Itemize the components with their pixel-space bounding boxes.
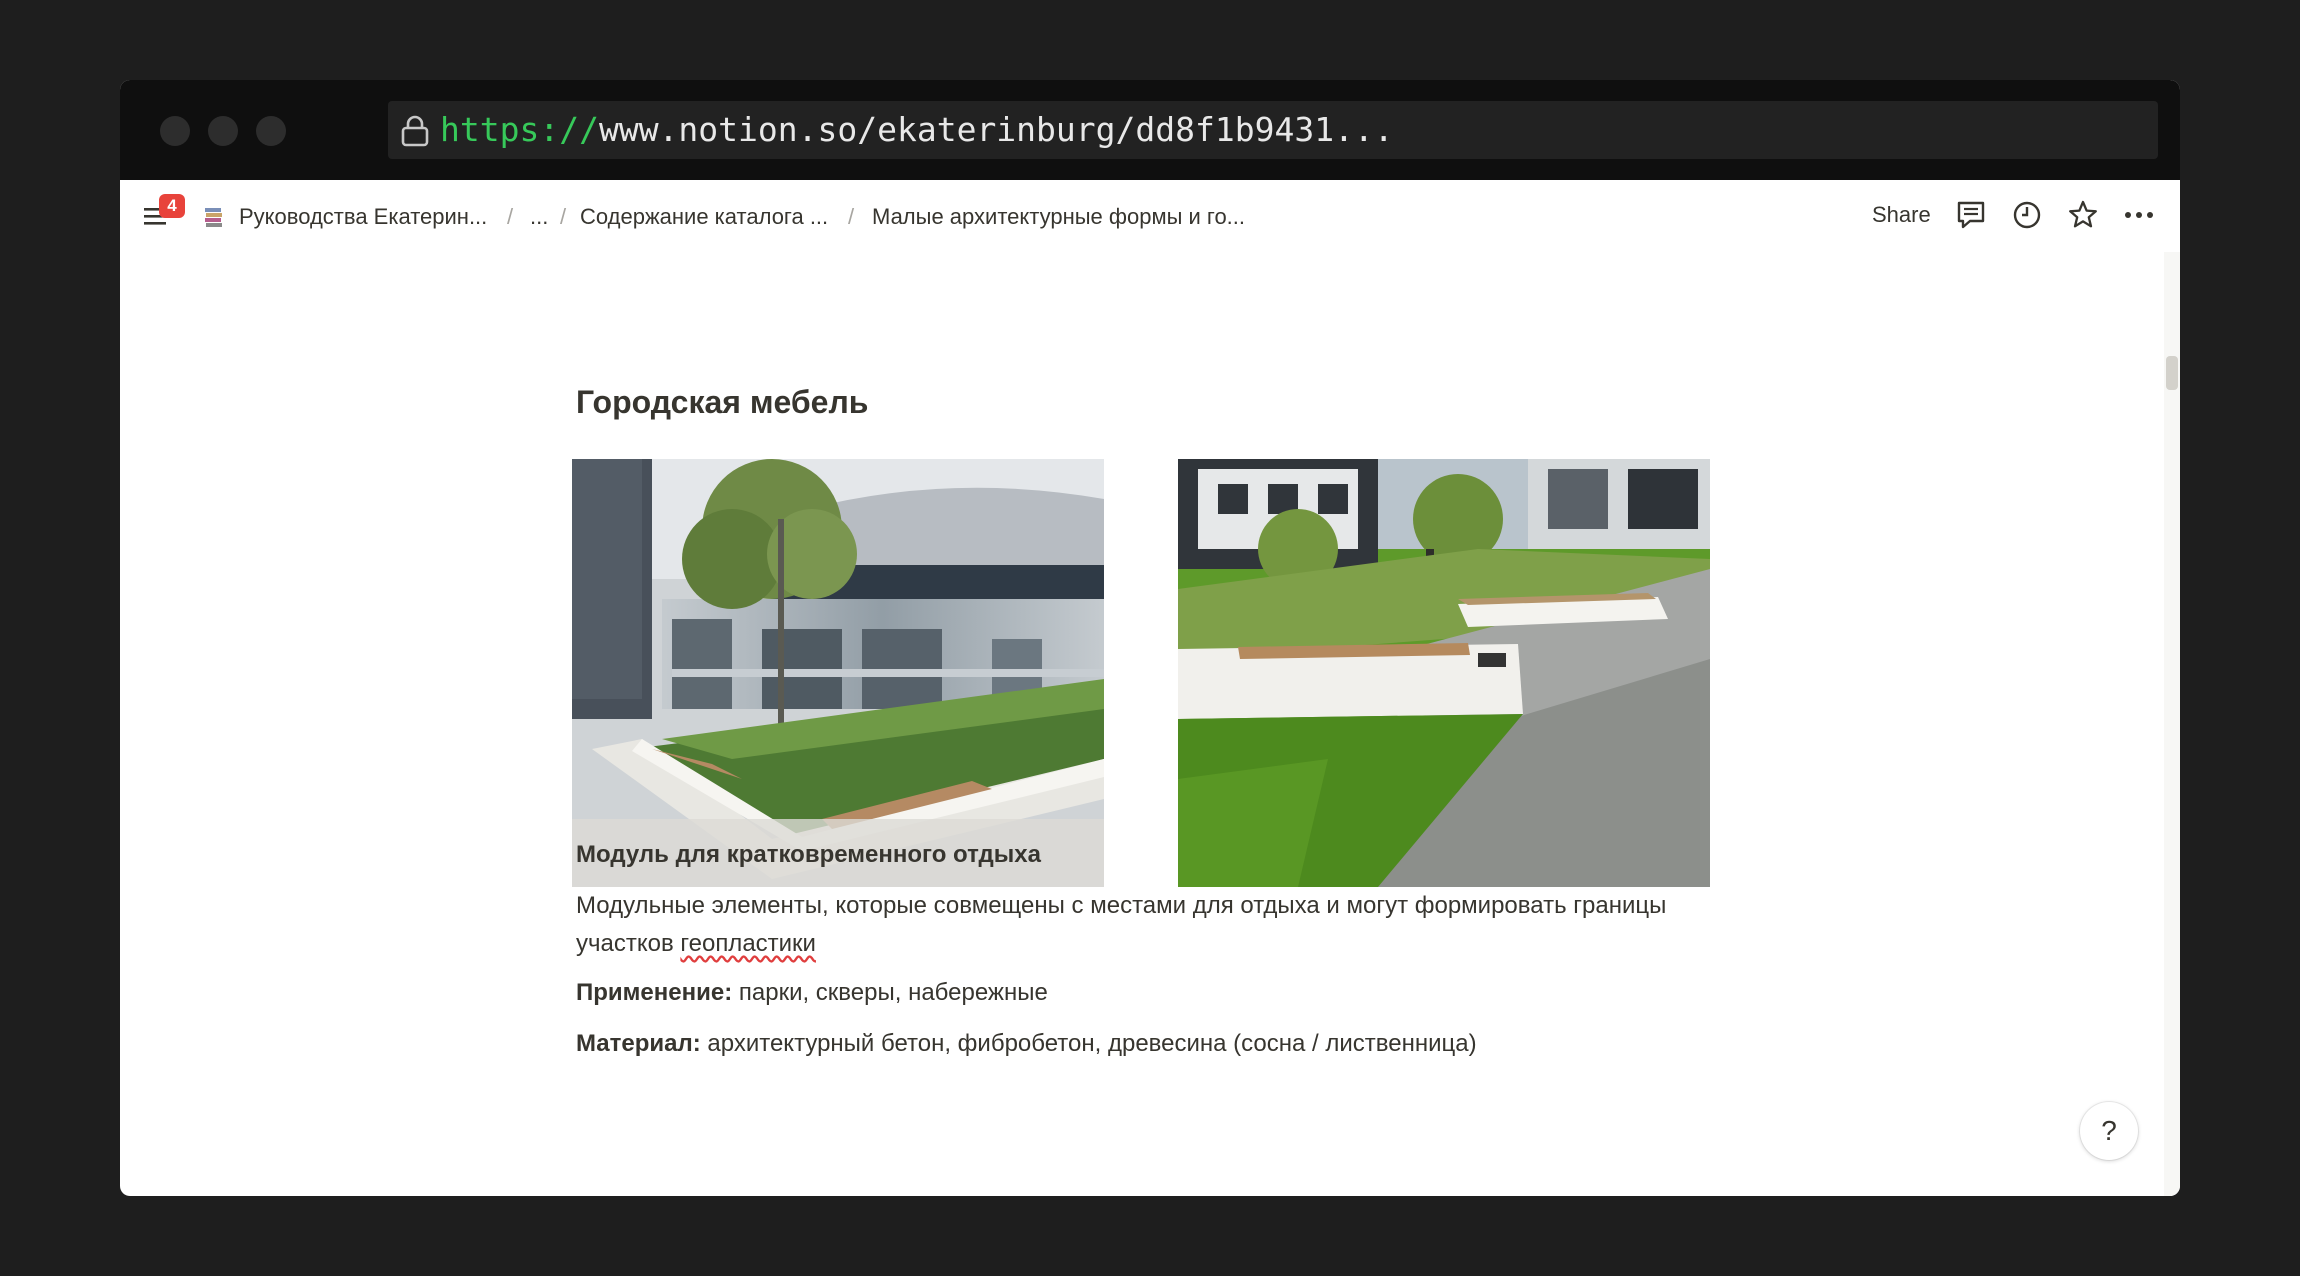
- url-scheme: https://: [440, 110, 599, 149]
- breadcrumb-separator: /: [560, 204, 567, 229]
- clock-icon[interactable]: [2010, 198, 2044, 232]
- url-text: https://www.notion.so/ekaterinburg/dd8f1…: [440, 109, 1394, 151]
- window-close-button[interactable]: [160, 116, 190, 146]
- breadcrumb-item-guides[interactable]: Руководства Екатерин...: [239, 202, 487, 232]
- address-bar[interactable]: https://www.notion.so/ekaterinburg/dd8f1…: [388, 101, 2158, 159]
- browser-titlebar: https://www.notion.so/ekaterinburg/dd8f1…: [120, 80, 2180, 180]
- application-label: Применение:: [576, 979, 733, 1006]
- material-property: Материал: архитектурный бетон, фибробето…: [576, 1027, 1477, 1061]
- photo-park-benches[interactable]: [1178, 459, 1710, 887]
- help-button[interactable]: ?: [2080, 1102, 2138, 1160]
- scrollbar-thumb[interactable]: [2166, 356, 2178, 390]
- park-photo-image: [1178, 459, 1710, 887]
- share-button[interactable]: Share: [1872, 200, 1931, 230]
- page-heading: Городская мебель: [576, 384, 869, 420]
- section-title: Модуль для кратковременного отдыха: [576, 841, 1041, 868]
- browser-window: https://www.notion.so/ekaterinburg/dd8f1…: [120, 80, 2180, 1196]
- application-value: парки, скверы, набережные: [732, 979, 1048, 1006]
- window-minimize-button[interactable]: [208, 116, 238, 146]
- books-page-icon: [205, 208, 222, 227]
- breadcrumb-item-ellipsis[interactable]: ...: [530, 202, 548, 232]
- photo-stadium-benches[interactable]: [572, 459, 1104, 887]
- geoplastic-link[interactable]: геопластики: [680, 930, 816, 957]
- star-icon[interactable]: [2066, 198, 2100, 232]
- breadcrumb-separator: /: [507, 204, 514, 229]
- notion-topbar: 4 Руководства Екатерин... / ... / Содерж…: [120, 180, 2180, 252]
- breadcrumb-separator: /: [848, 204, 855, 229]
- scrollbar-track[interactable]: [2164, 252, 2180, 1196]
- lock-icon: [401, 115, 429, 147]
- breadcrumb-item-catalog[interactable]: Содержание каталога ...: [580, 202, 828, 232]
- application-property: Применение: парки, скверы, набережные: [576, 976, 1048, 1010]
- window-maximize-button[interactable]: [256, 116, 286, 146]
- material-value: архитектурный бетон, фибробетон, древеси…: [700, 1030, 1477, 1057]
- breadcrumb-item-current[interactable]: Малые архитектурные формы и го...: [872, 202, 1245, 232]
- url-path: www.notion.so/ekaterinburg/dd8f1b9431...: [598, 110, 1394, 149]
- comment-icon[interactable]: [1954, 198, 1988, 232]
- more-icon[interactable]: [2122, 198, 2156, 232]
- stadium-photo-image: [572, 459, 1104, 887]
- notification-badge: 4: [159, 194, 185, 218]
- page-content: Городская мебель Модуль для кратковремен…: [120, 252, 2164, 1196]
- section-description: Модульные элементы, которые совмещены с …: [576, 887, 1716, 963]
- material-label: Материал:: [576, 1030, 701, 1057]
